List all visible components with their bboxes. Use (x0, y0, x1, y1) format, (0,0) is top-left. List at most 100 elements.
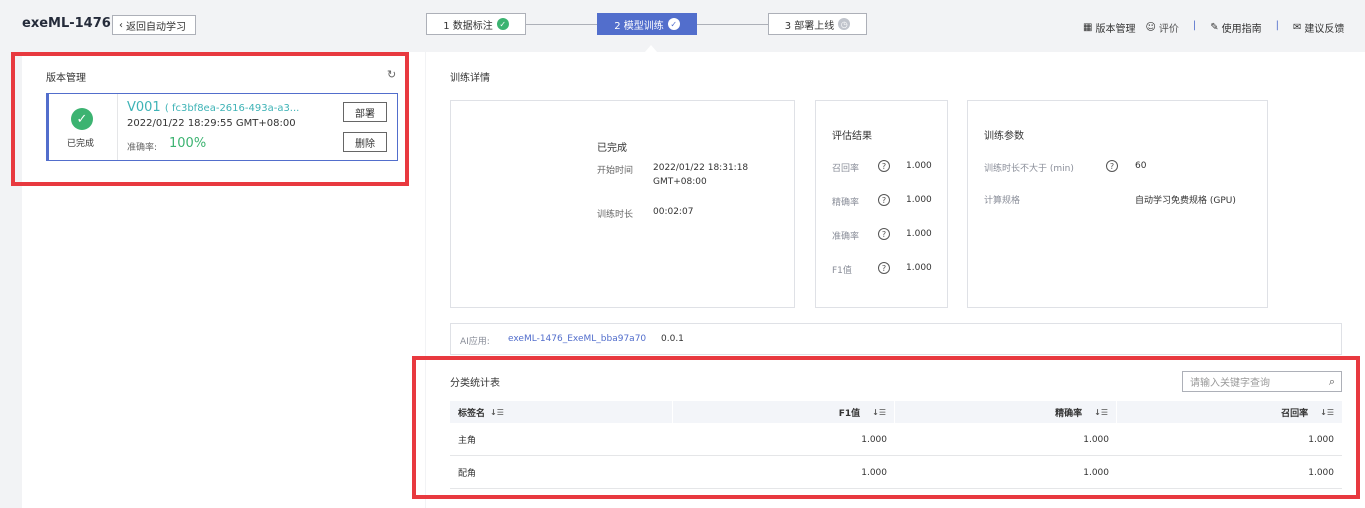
search-input[interactable]: 请输入关键字查询 ⌕ (1182, 371, 1342, 392)
recall-value: 1.000 (906, 161, 932, 171)
card-divider (117, 94, 118, 160)
cell-f1: 1.000 (861, 434, 887, 445)
sort-icon[interactable]: ↓☰ (872, 408, 886, 417)
back-button[interactable]: ‹ 返回自动学习 (112, 15, 196, 35)
step-data-labeling[interactable]: 1 数据标注 ✓ (426, 13, 526, 35)
feedback-label: 建议反馈 (1304, 24, 1345, 35)
check-circle-icon: ✓ (71, 108, 93, 130)
active-step-pointer (645, 45, 657, 52)
guide-link[interactable]: ✎ 使用指南 (1210, 20, 1261, 35)
step-label: 1 数据标注 (443, 20, 493, 32)
sort-icon[interactable]: ↓☰ (1320, 408, 1334, 417)
precision-label: 精确率 (832, 198, 860, 208)
column-header-recall[interactable]: 召回率 ↓☰ (1116, 401, 1342, 423)
step-label: 2 模型训练 (614, 20, 664, 32)
ai-app-name[interactable]: exeML-1476_ExeML_bba97a70 (508, 334, 646, 344)
eval-result-box: 评估结果 召回率 ? 1.000 精确率 ? 1.000 准确率 ? 1.000… (815, 100, 948, 308)
column-header-precision[interactable]: 精确率 ↓☰ (894, 401, 1116, 423)
deploy-button[interactable]: 部署 (343, 102, 387, 122)
training-status: 已完成 (597, 143, 627, 154)
version-date: 2022/01/22 18:29:55 GMT+08:00 (127, 118, 296, 129)
cell-precision: 1.000 (1083, 467, 1109, 478)
training-detail-panel: 训练详情 已完成 开始时间 2022/01/22 18:31:18 GMT+08… (426, 52, 1365, 508)
duration-value: 00:02:07 (653, 207, 694, 217)
training-params-box: 训练参数 训练时长不大于 (min) ? 60 计算规格 自动学习免费规格 (G… (967, 100, 1268, 308)
accuracy-label: 准确率: (127, 143, 158, 153)
help-icon[interactable]: ? (878, 262, 890, 274)
refresh-icon[interactable]: ↻ (387, 68, 396, 81)
sort-icon[interactable]: ↓☰ (490, 408, 504, 417)
column-header-text: 召回率 (1281, 408, 1309, 419)
duration-label: 训练时长 (597, 210, 634, 220)
version-panel-title: 版本管理 (46, 73, 86, 84)
ai-app-label: AI应用: (460, 337, 490, 347)
help-icon[interactable]: ? (878, 194, 890, 206)
back-button-label: 返回自动学习 (126, 21, 186, 33)
search-placeholder: 请输入关键字查询 (1190, 378, 1270, 389)
search-icon[interactable]: ⌕ (1329, 375, 1335, 389)
accuracy-label: 准确率 (832, 232, 860, 242)
stats-title: 分类统计表 (450, 378, 500, 389)
help-icon[interactable]: ? (1106, 160, 1118, 172)
accuracy-value: 1.000 (906, 229, 932, 239)
cell-label: 配角 (458, 469, 477, 479)
chevron-left-icon: ‹ (119, 19, 123, 31)
version-card[interactable]: ✓ 已完成 V001 ( fc3bf8ea-2616-493a-a3... 20… (46, 93, 398, 161)
grid-icon: ▦ (1083, 22, 1093, 33)
compute-value: 自动学习免费规格 (GPU) (1135, 196, 1236, 206)
app-title: exeML-1476 (22, 16, 111, 31)
ai-app-row: AI应用: exeML-1476_ExeML_bba97a70 0.0.1 (450, 323, 1342, 355)
version-mgmt-label: 版本管理 (1095, 24, 1136, 35)
version-status: 已完成 (67, 139, 95, 149)
training-detail-title: 训练详情 (450, 73, 490, 84)
cell-recall: 1.000 (1308, 467, 1334, 478)
table-header: 标签名 ↓☰ F1值 ↓☰ 精确率 ↓☰ 召回率 ↓☰ (450, 401, 1342, 423)
column-header-label[interactable]: 标签名 ↓☰ (458, 401, 504, 423)
max-duration-value: 60 (1135, 161, 1147, 171)
column-header-text: 精确率 (1055, 408, 1083, 419)
top-actions: ▦ 版本管理 ☺ 评价 | ✎ 使用指南 | ✉ 建议反馈 (1083, 20, 1344, 35)
ai-app-version: 0.0.1 (661, 334, 684, 344)
feedback-link[interactable]: ✉ 建议反馈 (1293, 20, 1344, 35)
table-row: 主角 1.000 1.000 1.000 (450, 423, 1342, 456)
feedback-icon: ✉ (1293, 22, 1302, 33)
clock-icon: ◷ (838, 18, 851, 30)
compute-label: 计算规格 (984, 196, 1021, 206)
step-connector (697, 24, 768, 25)
step-deploy[interactable]: 3 部署上线 ◷ (768, 13, 867, 35)
step-model-training[interactable]: 2 模型训练 ✓ (597, 13, 697, 35)
max-duration-label: 训练时长不大于 (min) (984, 164, 1074, 174)
guide-label: 使用指南 (1221, 24, 1262, 35)
version-name[interactable]: V001 ( fc3bf8ea-2616-493a-a3... (127, 100, 299, 115)
column-header-text: F1值 (838, 408, 861, 419)
start-time-line1: 2022/01/22 18:31:18 (653, 163, 749, 173)
rate-link[interactable]: ☺ 评价 (1145, 20, 1178, 35)
f1-label: F1值 (832, 266, 852, 276)
rate-label: 评价 (1158, 24, 1179, 35)
sort-icon[interactable]: ↓☰ (1094, 408, 1108, 417)
table-row: 配角 1.000 1.000 1.000 (450, 456, 1342, 489)
eval-title: 评估结果 (832, 131, 872, 142)
start-time-label: 开始时间 (597, 166, 634, 176)
precision-value: 1.000 (906, 195, 932, 205)
edit-icon: ✎ (1210, 22, 1219, 33)
help-icon[interactable]: ? (878, 160, 890, 172)
cell-f1: 1.000 (861, 467, 887, 478)
top-bar: exeML-1476 ‹ 返回自动学习 1 数据标注 ✓ 2 模型训练 ✓ 3 … (0, 0, 1365, 52)
params-title: 训练参数 (984, 131, 1024, 142)
cell-label: 主角 (458, 436, 477, 446)
version-mgmt-link[interactable]: ▦ 版本管理 (1083, 20, 1135, 35)
cell-recall: 1.000 (1308, 434, 1334, 445)
version-panel: 版本管理 ↻ ✓ 已完成 V001 ( fc3bf8ea-2616-493a-a… (22, 52, 425, 508)
accuracy-value: 100% (169, 136, 207, 151)
smiley-icon: ☺ (1145, 22, 1156, 33)
version-id: ( fc3bf8ea-2616-493a-a3... (164, 103, 300, 114)
delete-button[interactable]: 删除 (343, 132, 387, 152)
step-connector (526, 24, 597, 25)
divider: | (1275, 20, 1280, 31)
version-number: V001 (127, 100, 161, 115)
f1-value: 1.000 (906, 263, 932, 273)
help-icon[interactable]: ? (878, 228, 890, 240)
recall-label: 召回率 (832, 164, 860, 174)
column-header-f1[interactable]: F1值 ↓☰ (672, 401, 894, 423)
